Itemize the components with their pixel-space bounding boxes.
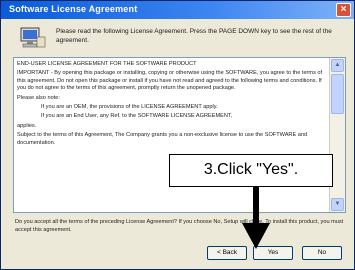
license-note-oem: If you are an OEM, the provisions of the…: [41, 104, 218, 111]
scroll-thumb[interactable]: [331, 74, 344, 114]
close-button[interactable]: ×: [336, 3, 351, 17]
title-bar[interactable]: Software License Agreement ×: [1, 1, 354, 19]
license-heading: END-USER LICENSE AGREEMENT FOR THE SOFTW…: [17, 61, 197, 67]
vertical-scrollbar[interactable]: ▲ ▼: [329, 58, 345, 212]
computer-monitor-icon: [20, 27, 46, 48]
scroll-down-arrow-icon[interactable]: ▼: [331, 198, 344, 211]
header-instructions: Please read the following License Agreem…: [56, 28, 332, 44]
instruction-callout: 3.Click "Yes".: [169, 154, 333, 187]
no-button[interactable]: No: [302, 246, 342, 260]
accept-question: Do you accept all the terms of the prece…: [15, 219, 344, 233]
license-note-applies: applies.: [17, 122, 37, 129]
license-paragraph-3: Subject to the terms of this Agreement, …: [17, 132, 308, 146]
scroll-up-arrow-icon[interactable]: ▲: [331, 59, 344, 72]
license-note-heading: Please also note:: [17, 94, 60, 101]
license-paragraph-1: IMPORTANT - By opening this package or i…: [17, 70, 323, 92]
window-title: Software License Agreement: [9, 4, 138, 14]
back-button[interactable]: < Back: [207, 246, 247, 260]
license-dialog: Software License Agreement × Please read…: [0, 0, 355, 270]
license-text: END-USER LICENSE AGREEMENT FOR THE SOFTW…: [17, 61, 329, 211]
arrow-down-icon: [242, 187, 270, 249]
license-note-end-user: If you are an End User, any Ref. to the …: [41, 113, 233, 120]
license-text-box[interactable]: END-USER LICENSE AGREEMENT FOR THE SOFTW…: [13, 57, 346, 213]
